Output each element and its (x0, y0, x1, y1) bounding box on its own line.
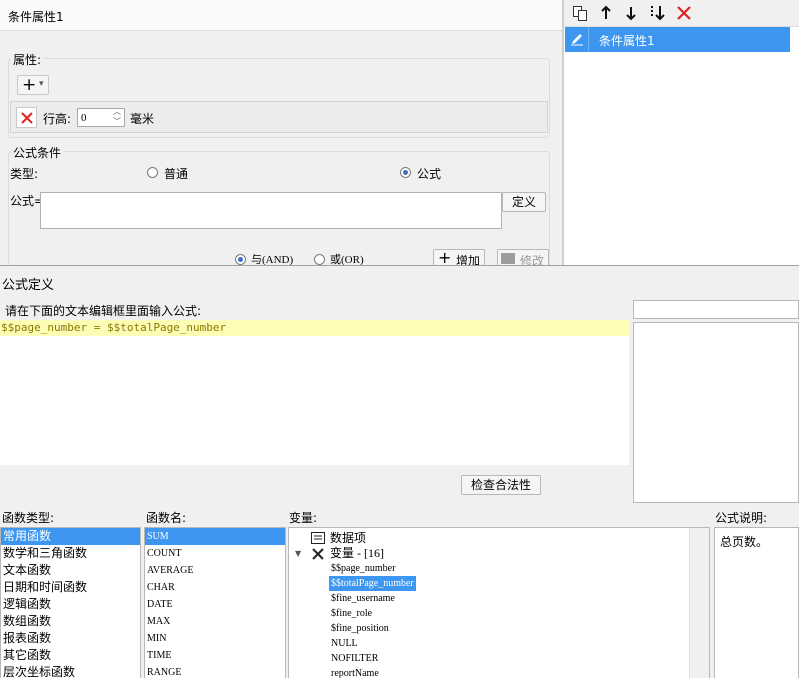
condition-list-item-label: 条件属性1 (599, 34, 655, 48)
variable-label: 变量: (289, 511, 318, 525)
formula-input[interactable] (40, 192, 502, 229)
condition-list-toolbar (564, 0, 799, 27)
variable-tree: 数据项 ▼ 变量 - [16] $$page_number $$totalPag… (288, 527, 710, 678)
list-item[interactable]: AVERAGE (145, 562, 285, 579)
list-item[interactable]: CHAR (145, 579, 285, 596)
radio-normal-label: 普通 (164, 167, 189, 181)
instruction-text: 请在下面的文本编辑框里面输入公式: (5, 304, 202, 318)
row-height-value: 0 (81, 112, 87, 124)
tree-leaf[interactable]: reportName (331, 666, 379, 678)
list-item[interactable]: TIME (145, 647, 285, 664)
list-item[interactable]: 其它函数 (1, 647, 140, 664)
expand-arrow-icon[interactable]: ▼ (295, 546, 301, 561)
tree-leaf-selected[interactable]: $$totalPage_number (329, 576, 416, 591)
list-item[interactable]: DATE (145, 596, 285, 613)
formula-desc-box: 总页数。 (714, 527, 799, 678)
close-icon (21, 112, 33, 124)
condition-list-panel: 条件属性1 (563, 0, 799, 265)
edit-icon-cell (565, 27, 589, 52)
function-help-box (633, 322, 799, 503)
list-item[interactable]: 数组函数 (1, 613, 140, 630)
condition-title-bar: 条件属性1 (0, 0, 562, 31)
radio-formula[interactable] (400, 167, 411, 178)
radio-or[interactable] (314, 254, 325, 265)
list-item[interactable]: 报表函数 (1, 630, 140, 647)
tree-node-label: 变量 - [16] (330, 546, 384, 560)
condition-title: 条件属性1 (8, 10, 64, 24)
plus-icon: + (438, 248, 452, 265)
radio-normal[interactable] (147, 167, 158, 178)
list-item[interactable]: COUNT (145, 545, 285, 562)
variable-scrollbar[interactable] (689, 528, 709, 678)
list-item[interactable]: 层次坐标函数 (1, 664, 140, 678)
plus-icon: + (22, 75, 37, 95)
list-item[interactable]: MIN (145, 630, 285, 647)
condition-list-item[interactable]: 条件属性1 (565, 27, 790, 52)
move-bottom-icon[interactable] (649, 5, 667, 21)
formula-editor[interactable] (0, 320, 629, 465)
radio-and[interactable] (235, 254, 246, 265)
formula-condition-label: 公式条件 (11, 144, 64, 161)
list-item[interactable]: 文本函数 (1, 562, 140, 579)
delete-attribute-button[interactable] (16, 107, 37, 128)
copy-icon[interactable] (572, 5, 588, 21)
tree-leaf[interactable]: $fine_role (331, 606, 372, 621)
add-condition-button[interactable]: + 增加 (433, 248, 485, 265)
formula-text: $$page_number = $$totalPage_number (1, 321, 227, 334)
dialog-title: 公式定义 (2, 278, 55, 293)
move-up-icon[interactable] (599, 5, 613, 21)
move-down-icon[interactable] (624, 5, 638, 21)
formula-label: 公式= (10, 194, 45, 208)
list-item[interactable]: SUM (145, 528, 285, 545)
chevron-down-icon: ▾ (39, 79, 44, 89)
attribute-group-label: 属性: (11, 51, 44, 68)
condition-panel: 条件属性1 属性: + ▾ 行高: 0 ︿ ﹀ 毫米 公式条件 类型: 普通 公… (0, 0, 563, 265)
modify-condition-label: 修改 (520, 254, 545, 265)
define-button[interactable]: 定义 (502, 192, 546, 212)
add-attribute-button[interactable]: + ▾ (17, 75, 49, 95)
radio-formula-label: 公式 (417, 167, 442, 181)
type-label: 类型: (10, 167, 39, 181)
tree-node-label: 数据项 (330, 531, 367, 545)
list-item[interactable]: 数学和三角函数 (1, 545, 140, 562)
variable-icon (312, 548, 324, 560)
modify-condition-button[interactable]: 修改 (497, 249, 549, 265)
tree-leaf[interactable]: $fine_username (331, 591, 395, 606)
list-item[interactable]: 逻辑函数 (1, 596, 140, 613)
modify-icon (501, 253, 515, 264)
stepper-down-icon[interactable]: ﹀ (113, 116, 121, 127)
list-item[interactable]: 日期和时间函数 (1, 579, 140, 596)
formula-desc-label: 公式说明: (715, 511, 768, 525)
function-name-label: 函数名: (146, 511, 187, 525)
row-height-unit: 毫米 (130, 112, 155, 126)
tree-leaf[interactable]: $fine_position (331, 621, 389, 636)
list-item[interactable]: MAX (145, 613, 285, 630)
formula-desc-text: 总页数。 (720, 535, 769, 549)
pencil-icon (571, 34, 583, 46)
list-item[interactable]: 常用函数 (1, 528, 140, 545)
add-condition-label: 增加 (456, 254, 481, 265)
row-height-label: 行高: (43, 112, 72, 126)
tree-leaf[interactable]: $$page_number (331, 561, 395, 576)
radio-and-label: 与(AND) (251, 254, 294, 265)
check-validity-button[interactable]: 检查合法性 (461, 475, 541, 495)
tree-leaf[interactable]: NULL (331, 636, 358, 651)
formula-definition-dialog: 公式定义 请在下面的文本编辑框里面输入公式: $$page_number = $… (0, 265, 799, 678)
list-item[interactable]: RANGE (145, 664, 285, 678)
search-input[interactable] (633, 300, 799, 319)
tree-leaf[interactable]: NOFILTER (331, 651, 378, 666)
table-icon (311, 532, 325, 544)
row-height-stepper[interactable]: 0 ︿ ﹀ (77, 107, 125, 127)
radio-or-label: 或(OR) (330, 254, 364, 265)
delete-icon[interactable] (677, 6, 691, 20)
function-type-list: 常用函数 数学和三角函数 文本函数 日期和时间函数 逻辑函数 数组函数 报表函数… (0, 527, 141, 678)
function-type-label: 函数类型: (2, 511, 55, 525)
function-name-list: SUM COUNT AVERAGE CHAR DATE MAX MIN TIME… (144, 527, 286, 678)
